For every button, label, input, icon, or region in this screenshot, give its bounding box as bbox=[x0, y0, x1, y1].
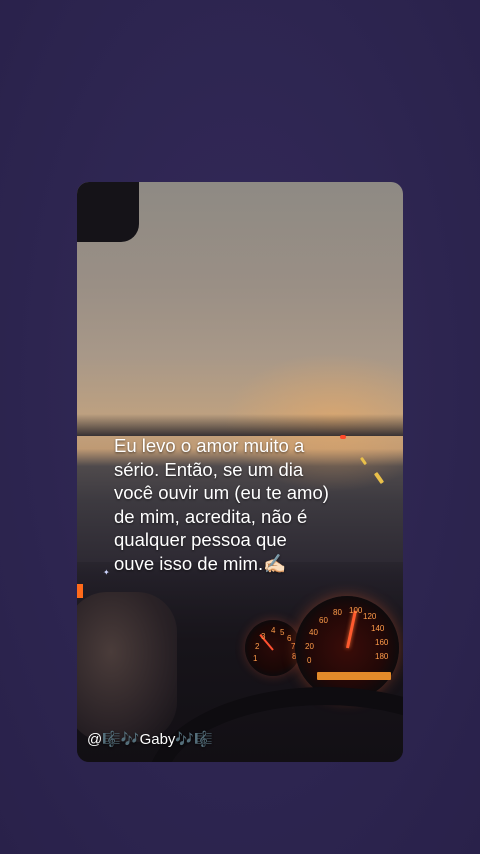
driver-hand bbox=[77, 592, 177, 742]
speedometer-tick: 60 bbox=[319, 616, 328, 625]
tachometer-tick: 3 bbox=[261, 632, 266, 641]
speedometer-tick: 180 bbox=[375, 652, 389, 661]
odometer-display bbox=[317, 672, 391, 680]
quote-text: Eu levo o amor muito a sério. Então, se … bbox=[114, 435, 329, 574]
speedometer-tick: 120 bbox=[363, 612, 377, 621]
sparkle-icon: ✦ bbox=[103, 568, 110, 577]
speedometer-gauge: 20 40 60 80 100 120 140 160 180 0 bbox=[295, 596, 399, 700]
speedometer-tick: 40 bbox=[309, 628, 318, 637]
dash-indicator-light bbox=[77, 584, 83, 598]
speedometer-tick: 80 bbox=[333, 608, 342, 617]
tachometer-tick: 5 bbox=[280, 628, 285, 637]
tachometer-tick: 4 bbox=[271, 626, 276, 635]
tachometer-tick: 2 bbox=[255, 642, 260, 651]
speedometer-tick: 160 bbox=[375, 638, 389, 647]
tachometer-gauge: 1 2 3 4 5 6 7 8 bbox=[245, 620, 301, 676]
horizon-line bbox=[77, 414, 403, 436]
creator-watermark[interactable]: @🎼🎶Gaby🎶🎼 bbox=[87, 730, 213, 748]
speedometer-needle bbox=[346, 610, 357, 649]
story-page: ✦ 1 2 3 4 5 6 7 8 20 40 60 80 100 120 14… bbox=[0, 0, 480, 854]
tachometer-tick: 1 bbox=[253, 654, 258, 663]
rearview-mirror bbox=[77, 182, 139, 242]
video-card[interactable]: ✦ 1 2 3 4 5 6 7 8 20 40 60 80 100 120 14… bbox=[77, 182, 403, 762]
speedometer-tick: 100 bbox=[349, 606, 363, 615]
speedometer-tick: 140 bbox=[371, 624, 385, 633]
speedometer-tick: 0 bbox=[307, 656, 312, 665]
speedometer-tick: 20 bbox=[305, 642, 314, 651]
